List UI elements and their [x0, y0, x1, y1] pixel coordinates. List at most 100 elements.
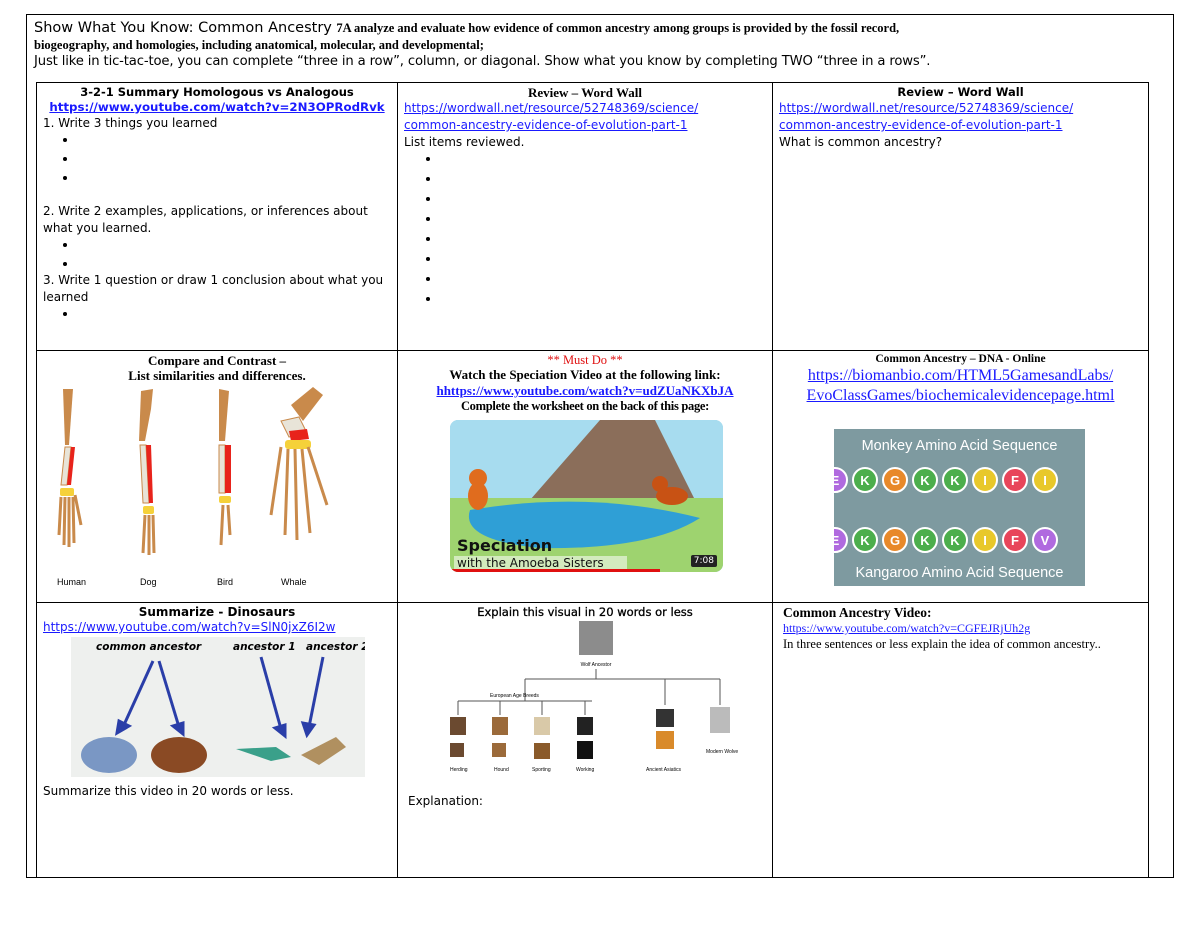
amino-caption-top: Monkey Amino Acid Sequence [861, 438, 1058, 454]
video-link[interactable]: hhttps://www.youtube.com/watch?v=udZUaNK… [404, 383, 766, 399]
amino-acid-bead: K [942, 527, 968, 553]
cell-title: Common Ancestry – DNA - Online [875, 353, 1046, 365]
answer-bullets [404, 151, 766, 311]
cell-title: Review – Word Wall [897, 85, 1024, 99]
biomanbio-link[interactable]: https://biomanbio.com/HTML5GamesandLabs/ [779, 366, 1142, 386]
mammoth-icon [151, 737, 207, 773]
dog-evolution-tree-image: Wolf Ancestor European Age Breeds Herdin… [450, 621, 738, 773]
cell-title: Compare and Contrast – [147, 353, 287, 368]
answer-bullets [43, 237, 391, 275]
amino-acid-bead: I [972, 527, 998, 553]
amino-acid-bead: F [1002, 467, 1028, 493]
bullet-item[interactable] [440, 191, 766, 211]
video-instruction: Watch the Speciation Video at the follow… [449, 367, 721, 382]
cell-dinosaurs: Summarize - Dinosaurs https://www.youtub… [37, 603, 397, 878]
wordwall-link-cont[interactable]: common-ancestry-evidence-of-evolution-pa… [779, 117, 1142, 134]
biomanbio-link-cont[interactable]: EvoClassGames/biochemicalevidencepage.ht… [779, 386, 1142, 406]
cell-subtitle: List similarities and differences. [128, 368, 306, 383]
cell-title: 3-2-1 Summary Homologous vs Analogous [80, 85, 354, 99]
amino-sequence-bottom: EKGKKIFV [834, 527, 1058, 557]
limb-label: Dog [140, 577, 157, 587]
grid-line [1148, 82, 1149, 878]
limb-label: Bird [217, 577, 233, 587]
tree-label: Hound [494, 767, 509, 773]
dog-limb [139, 389, 156, 555]
video-title: Speciation [457, 536, 553, 555]
amino-caption-bottom: Kangaroo Amino Acid Sequence [855, 565, 1064, 581]
amino-acid-bead: K [912, 467, 938, 493]
must-do-badge: ** Must Do ** [547, 353, 623, 367]
bullet-item[interactable] [77, 132, 391, 151]
limb-label: Human [57, 577, 86, 587]
bullet-item[interactable] [440, 171, 766, 191]
bullet-item[interactable] [77, 170, 391, 189]
wolf-icon [579, 621, 613, 655]
bullet-item[interactable] [440, 251, 766, 271]
bullet-item[interactable] [440, 271, 766, 291]
wordwall-link[interactable]: https://wordwall.net/resource/52748369/s… [404, 100, 766, 117]
video-link[interactable]: https://www.youtube.com/watch?v=SlN0jxZ6… [43, 620, 391, 635]
bullet-item[interactable] [440, 151, 766, 171]
worksheet-instruction: Complete the worksheet on the back of th… [460, 399, 710, 413]
dog-icon [492, 717, 508, 735]
cell-321-summary: 3-2-1 Summary Homologous vs Analogous ht… [37, 83, 397, 350]
dog-icon [534, 717, 550, 735]
amino-sequence-top: EKGKKIFI [834, 467, 1058, 497]
bullet-item[interactable] [77, 151, 391, 170]
wolf-icon [710, 707, 730, 733]
cell-prompt: List items reviewed. [404, 135, 525, 149]
amino-acid-bead: K [852, 467, 878, 493]
dog-icon [656, 731, 674, 749]
cell-word-wall-1: Review – Word Wall https://wordwall.net/… [398, 83, 772, 350]
cell-prompt: In three sentences or less explain the i… [783, 637, 1101, 651]
cell-title: Summarize - Dinosaurs [138, 605, 296, 619]
video-progress-bar [450, 569, 660, 572]
amino-acid-bead: K [912, 527, 938, 553]
question-1: 1. Write 3 things you learned [43, 116, 218, 130]
tree-label: Sporting [532, 767, 551, 773]
label-ancestor-1: ancestor 1 [233, 641, 296, 653]
limb-label: Whale [281, 577, 307, 587]
bullet-item[interactable] [77, 237, 391, 256]
bullet-item[interactable] [440, 211, 766, 231]
cell-compare-contrast: Compare and Contrast – List similarities… [37, 351, 397, 602]
standard-text: 7A analyze and evaluate how evidence of … [336, 21, 900, 35]
bullet-item[interactable] [440, 231, 766, 251]
answer-bullets [43, 132, 391, 189]
choice-board-grid: 3-2-1 Summary Homologous vs Analogous ht… [36, 82, 1149, 878]
dog-icon [656, 709, 674, 727]
label-common-ancestor: common ancestor [96, 641, 202, 653]
amino-acid-bead: E [834, 527, 848, 553]
video-thumbnail[interactable]: Speciation with the Amoeba Sisters 7:08 [450, 420, 723, 572]
video-link[interactable]: https://www.youtube.com/watch?v=2N3OPRod… [43, 100, 391, 115]
elephant-icon [81, 737, 137, 773]
dog-icon [450, 717, 466, 735]
human-limb [57, 389, 83, 547]
bird-limb [218, 389, 232, 546]
amino-acid-bead: G [882, 527, 908, 553]
bullet-item[interactable] [440, 291, 766, 311]
tree-label: Herding [450, 767, 468, 773]
answer-bullets [43, 306, 391, 325]
cell-word-wall-2: Review – Word Wall https://wordwall.net/… [773, 83, 1148, 350]
amino-acid-bead: I [972, 467, 998, 493]
cell-dna-online: Common Ancestry – DNA - Online https://b… [773, 351, 1148, 602]
tree-root-label: Wolf Ancestor [581, 662, 612, 668]
wordwall-link-cont[interactable]: common-ancestry-evidence-of-evolution-pa… [404, 117, 766, 134]
amino-acid-bead: K [852, 527, 878, 553]
amino-acid-bead: V [1032, 527, 1058, 553]
question-3: 3. Write 1 question or draw 1 conclusion… [43, 273, 384, 304]
cell-speciation-video: ** Must Do ** Watch the Speciation Video… [398, 351, 772, 602]
bullet-item[interactable] [77, 306, 391, 325]
amino-acid-bead: G [882, 467, 908, 493]
wordwall-link[interactable]: https://wordwall.net/resource/52748369/s… [779, 100, 1142, 117]
common-ancestor-image: common ancestor ancestor 1 ancestor 2 [71, 637, 365, 777]
standard-text-cont: biogeography, and homologies, including … [34, 38, 484, 52]
moth-icon [301, 737, 346, 765]
video-link[interactable]: https://www.youtube.com/watch?v=CGFEJRjU… [783, 620, 1142, 636]
instructions: Just like in tic-tac-toe, you can comple… [34, 54, 931, 69]
dog-icon [577, 717, 593, 735]
hummingbird-icon [236, 747, 291, 761]
page-title: Show What You Know: Common Ancestry [34, 20, 332, 36]
cell-title: Review – Word Wall [528, 85, 642, 100]
